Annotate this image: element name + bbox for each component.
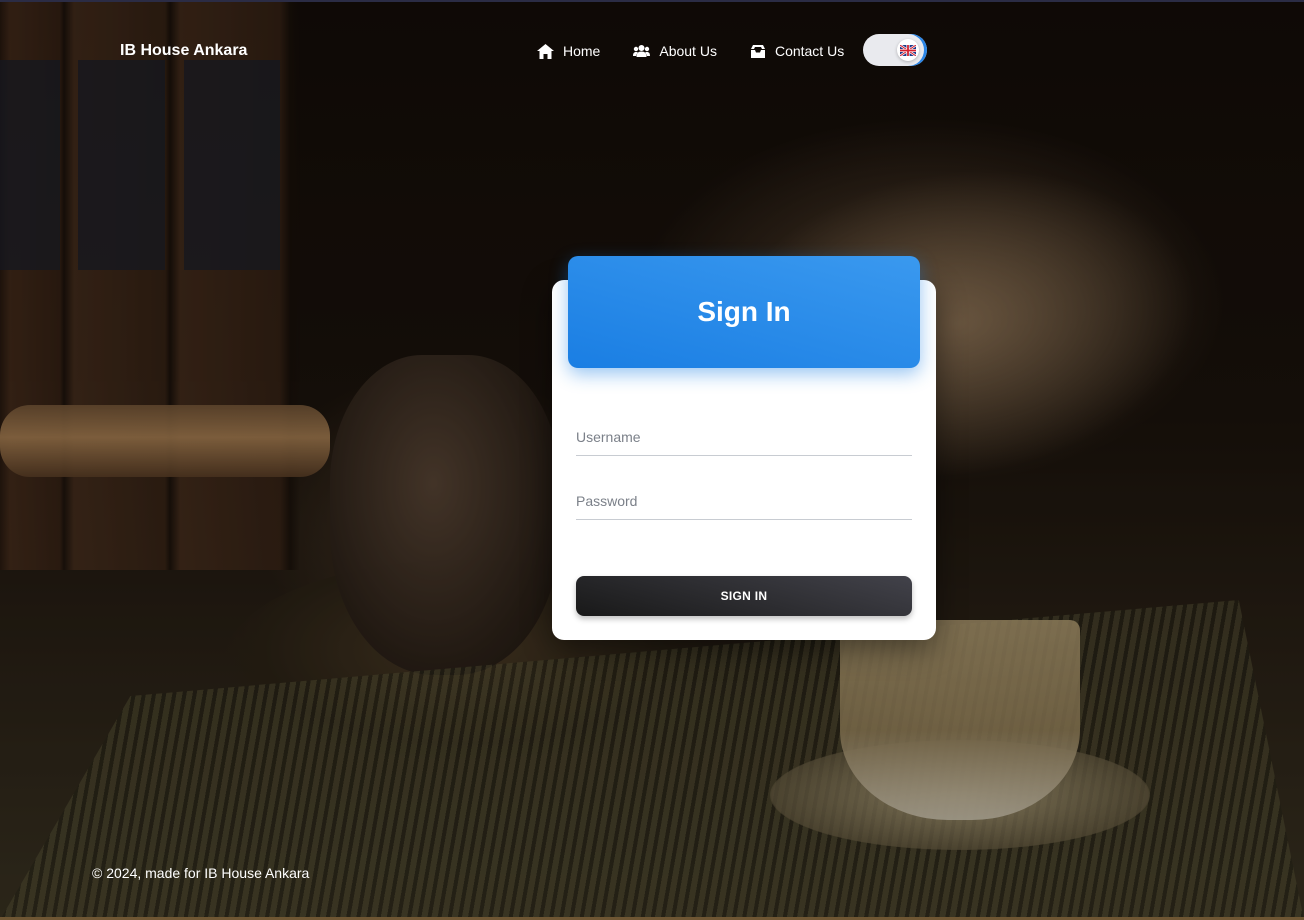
username-input[interactable] (576, 418, 912, 455)
home-icon (537, 43, 554, 59)
nav-link-home-label: Home (563, 43, 601, 59)
uk-flag-icon (900, 44, 916, 56)
nav-link-home[interactable]: Home (537, 38, 600, 64)
brand-link[interactable]: IB House Ankara (120, 42, 247, 60)
sign-in-title: Sign In (697, 296, 791, 327)
people-icon (633, 45, 651, 57)
language-knob (897, 39, 919, 61)
password-input[interactable] (576, 482, 912, 519)
nav-link-about-label: About Us (659, 43, 717, 59)
nav-links: Home About Us Contact Us (537, 38, 877, 64)
nav-link-contact[interactable]: Contact Us (750, 38, 844, 64)
password-field (576, 482, 912, 520)
username-field (576, 418, 912, 456)
language-toggle[interactable] (863, 34, 927, 66)
sign-in-card-header: Sign In (568, 256, 920, 368)
navbar: IB House Ankara Home About Us Contact Us (0, 0, 1304, 100)
inbox-icon (750, 44, 765, 58)
nav-link-about[interactable]: About Us (633, 38, 717, 64)
sign-in-button[interactable]: SIGN IN (576, 576, 912, 616)
footer-text: © 2024, made for IB House Ankara (92, 865, 310, 881)
nav-link-contact-label: Contact Us (774, 43, 845, 59)
